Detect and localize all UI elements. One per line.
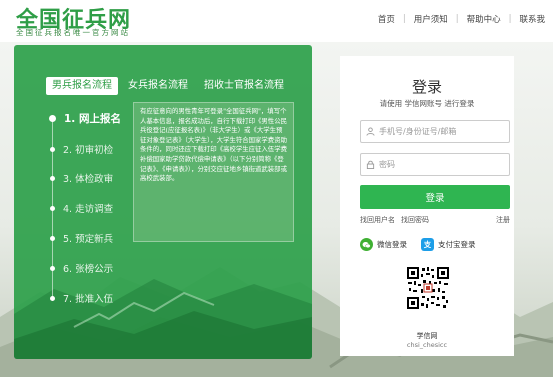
username-input[interactable] xyxy=(379,127,499,136)
step-dot xyxy=(50,175,55,181)
alipay-icon: 支 xyxy=(421,238,434,251)
site-logo-subtitle: 全国征兵报名唯一官方网站 xyxy=(16,28,130,37)
password-input[interactable] xyxy=(379,160,499,169)
wechat-login-label: 微信登录 xyxy=(377,240,407,249)
step-public-announcement[interactable]: 6. 张榜公示 xyxy=(50,261,113,275)
step-description: 有应征意向的男性青年可登录"全国征兵网"，填写个人基本信息，报名成功后，自行下载… xyxy=(133,102,294,242)
qr-label: 学信网 xyxy=(416,332,438,340)
username-field[interactable] xyxy=(360,120,510,143)
login-title: 登录 xyxy=(411,78,442,96)
step-label: 1. 网上报名 xyxy=(64,113,121,125)
login-button[interactable]: 登录 xyxy=(360,185,510,209)
step-dot xyxy=(50,265,55,271)
step-reserve-recruits[interactable]: 5. 预定新兵 xyxy=(50,231,113,245)
tab-nco-process[interactable]: 招收士官报名流程 xyxy=(198,77,290,95)
find-password-link[interactable]: 找回密码 xyxy=(401,215,429,225)
tab-female-process[interactable]: 女兵报名流程 xyxy=(122,77,194,95)
svg-text:支: 支 xyxy=(423,240,432,249)
nav-help-center[interactable]: 帮助中心 xyxy=(459,13,509,25)
alt-logins: 微信登录 支 支付宝登录 xyxy=(360,238,510,251)
account-links: 找回用户名 找回密码 注册 xyxy=(360,215,510,225)
step-visit-investigation[interactable]: 4. 走访调查 xyxy=(50,201,113,215)
top-nav: 首页 | 用户须知 | 帮助中心 | 联系我 xyxy=(370,12,553,26)
step-dot xyxy=(50,205,55,211)
step-dot xyxy=(50,146,55,152)
step-dot xyxy=(49,115,56,122)
step-approve-enlistment[interactable]: 7. 批准入伍 xyxy=(50,291,113,305)
password-field[interactable] xyxy=(360,153,510,176)
step-initial-check[interactable]: 2. 初审初检 xyxy=(50,142,113,156)
user-icon xyxy=(361,127,379,136)
login-hint: 请使用 学信网账号 进行登录 xyxy=(379,99,475,108)
tab-male-process[interactable]: 男兵报名流程 xyxy=(46,77,118,95)
alipay-login-button[interactable]: 支 支付宝登录 xyxy=(421,238,476,251)
header: 全国征兵网 全国征兵报名唯一官方网站 首页 | 用户须知 | 帮助中心 | 联系… xyxy=(0,0,553,42)
nav-user-notice[interactable]: 用户须知 xyxy=(406,13,456,25)
qr-code xyxy=(406,266,450,310)
step-online-registration[interactable]: 1. 网上报名 xyxy=(49,111,121,126)
step-label: 4. 走访调查 xyxy=(63,204,114,215)
nav-home[interactable]: 首页 xyxy=(370,13,403,25)
qr-account: chsi_chesicc xyxy=(406,341,448,349)
find-username-link[interactable]: 找回用户名 xyxy=(360,215,395,225)
wechat-login-button[interactable]: 微信登录 xyxy=(360,238,407,251)
step-label: 2. 初审初检 xyxy=(63,145,114,156)
step-label: 3. 体检政审 xyxy=(63,174,114,185)
enlistment-process-panel: 男兵报名流程 女兵报名流程 招收士官报名流程 1. 网上报名 2. 初审初检 3… xyxy=(14,45,312,359)
step-label: 5. 预定新兵 xyxy=(63,234,114,245)
step-label: 6. 张榜公示 xyxy=(63,264,114,275)
nav-contact[interactable]: 联系我 xyxy=(511,13,553,25)
process-tabs: 男兵报名流程 女兵报名流程 招收士官报名流程 xyxy=(46,77,294,95)
alipay-login-label: 支付宝登录 xyxy=(438,240,476,249)
step-physical-political-exam[interactable]: 3. 体检政审 xyxy=(50,171,113,185)
step-label: 7. 批准入伍 xyxy=(63,294,114,305)
step-dot xyxy=(50,235,55,241)
wechat-icon xyxy=(360,238,373,251)
login-card: 登录 请使用 学信网账号 进行登录 登录 找回用户名 找回密码 注册 微信登录 … xyxy=(340,56,514,356)
step-dot xyxy=(50,295,55,301)
register-link[interactable]: 注册 xyxy=(496,215,510,225)
lock-icon xyxy=(361,160,379,169)
